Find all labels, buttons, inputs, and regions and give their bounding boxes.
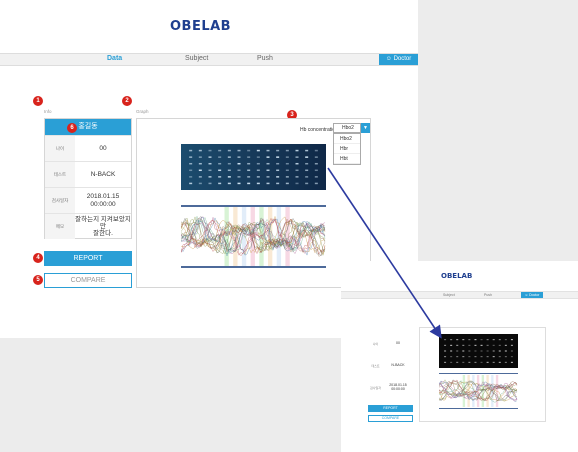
inset-info-key: 테스트 [371, 364, 380, 368]
info-row-age: 나이 00 [45, 135, 131, 161]
info-row-memo: 메모 잘하는지 지켜보았지만 잘한다. [45, 213, 131, 239]
info-key: 테스트 [45, 162, 75, 187]
marker-1: 1 [33, 96, 43, 106]
inset-signal-plot [439, 373, 518, 409]
nav-item-push[interactable]: Push [257, 55, 273, 62]
inset-report-button: REPORT [368, 405, 413, 412]
inset-info-value: N-BACK [391, 363, 405, 368]
screen: OBELAB Data Subject Push ☺ Doctor 1 Info… [0, 0, 578, 452]
inset-doctor-label: Doctor [529, 293, 540, 297]
info-key: 검사일자 [45, 188, 75, 213]
patient-name-header: 홍길동 [45, 119, 131, 135]
hb-options-list: Hbo2 Hbr Hbt [333, 133, 361, 165]
report-button[interactable]: REPORT [44, 251, 132, 266]
inset-nav-subject: Subject [443, 293, 455, 297]
hb-option-hbo2[interactable]: Hbo2 [334, 134, 360, 144]
hb-option-hbr[interactable]: Hbr [334, 144, 360, 154]
inset-info-value: 00 [396, 341, 400, 346]
inset-nav-push: Push [484, 293, 492, 297]
inset-screenshot: OBELAB Subject Push ☺ Doctor 나이 00 테스트 N… [341, 261, 578, 452]
inset-compare-button: COMPARE [368, 415, 413, 422]
marker-6: 6 [67, 123, 77, 133]
inset-info-row: 검사일자 2018.01.15 00:00:00 [368, 378, 413, 398]
info-value: N-BACK [90, 170, 116, 178]
compare-button[interactable]: COMPARE [44, 273, 132, 288]
patient-name: 홍길동 [78, 123, 98, 130]
nav-bar: Data Subject Push ☺ Doctor [0, 53, 418, 66]
inset-info-row: 테스트 N-BACK [368, 356, 413, 376]
chevron-down-icon[interactable]: ▼ [361, 123, 370, 133]
nav-item-subject[interactable]: Subject [185, 55, 208, 62]
hb-select[interactable]: Hbo2 [333, 123, 361, 133]
inset-info-key: 나이 [372, 342, 379, 346]
info-row-test: 테스트 N-BACK [45, 161, 131, 187]
inset-user-icon: ☺ [524, 293, 529, 297]
inset-heatmap [439, 334, 518, 368]
doctor-button[interactable]: ☺ Doctor [379, 54, 418, 65]
inset-nav-bar: Subject Push ☺ Doctor [341, 291, 578, 299]
marker-2: 2 [122, 96, 132, 106]
info-value: 2018.01.15 00:00:00 [86, 193, 120, 208]
channel-heatmap [181, 144, 326, 190]
inset-logo: OBELAB [441, 272, 473, 280]
inset-info-key: 검사일자 [369, 386, 382, 390]
info-value: 00 [99, 144, 107, 152]
info-key: 메모 [45, 214, 75, 239]
info-section-label: Info [44, 109, 52, 114]
marker-5: 5 [33, 275, 43, 285]
hb-option-hbt[interactable]: Hbt [334, 154, 360, 164]
marker-4: 4 [33, 253, 43, 263]
nav-item-data[interactable]: Data [107, 55, 122, 62]
info-value: 잘하는지 지켜보았지만 잘한다. [75, 215, 131, 238]
doctor-label: Doctor [393, 56, 412, 62]
user-icon: ☺ [385, 56, 392, 62]
info-row-date: 검사일자 2018.01.15 00:00:00 [45, 187, 131, 213]
inset-info-panel: 나이 00 테스트 N-BACK 검사일자 2018.01.15 00:00:0… [368, 334, 413, 399]
inset-info-value: 2018.01.15 00:00:00 [389, 383, 407, 391]
info-key: 나이 [45, 136, 75, 161]
signal-plot [181, 205, 326, 268]
app-logo: OBELAB [170, 19, 232, 34]
graph-section-label: Graph [136, 109, 149, 114]
info-panel: 홍길동 나이 00 테스트 N-BACK 검사일자 2018.01.15 00:… [44, 118, 132, 239]
inset-doctor-button: ☺ Doctor [521, 292, 543, 298]
inset-info-row: 나이 00 [368, 334, 413, 354]
